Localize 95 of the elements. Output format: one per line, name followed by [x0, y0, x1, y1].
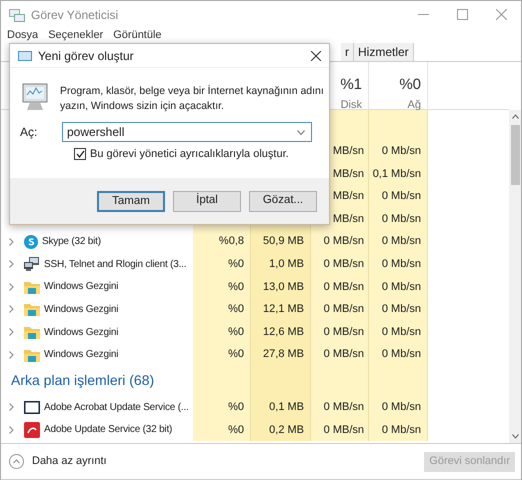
- column-header[interactable]: Ağ: [408, 96, 421, 113]
- table-cell: 50,9 MB: [251, 230, 311, 253]
- chevron-right-icon: [9, 238, 14, 246]
- table-cell: %0: [193, 276, 251, 298]
- folder-icon: [24, 325, 40, 340]
- table-cell: 0 MB/sn: [311, 276, 369, 298]
- table-cell: 0 MB/sn: [311, 396, 369, 419]
- tab[interactable]: r: [341, 43, 354, 61]
- tab[interactable]: Hizmetler: [354, 43, 414, 61]
- table-cell: 0 Mb/sn: [369, 298, 428, 321]
- scroll-thumb[interactable]: [510, 125, 520, 185]
- scrollbar[interactable]: [509, 110, 521, 443]
- table-cell: 1,0 MB: [251, 252, 311, 276]
- computers-icon: [24, 257, 40, 272]
- folder-icon: [24, 348, 40, 362]
- scroll-down-icon: [512, 434, 518, 439]
- section-header: Arka plan işlemleri (68): [11, 371, 154, 390]
- table-cell: %0: [193, 320, 251, 344]
- table-cell: 0 Mb/sn: [369, 396, 428, 419]
- folder-icon: [24, 302, 40, 316]
- table-cell: %0: [193, 298, 251, 321]
- table-cell: 0 Mb/sn: [369, 140, 428, 163]
- dialog-button[interactable]: Gözat...: [249, 190, 317, 212]
- process-name: Windows Gezgini: [44, 326, 118, 340]
- column-percent: %0: [399, 75, 421, 95]
- chevron-right-icon: [9, 403, 14, 412]
- process-name: Windows Gezgini: [44, 302, 118, 317]
- table-cell: 0 MB/sn: [311, 320, 369, 344]
- table-cell: 0 Mb/sn: [369, 208, 428, 230]
- table-cell: 0 Mb/sn: [369, 320, 428, 344]
- chevron-right-icon: [9, 328, 14, 336]
- table-cell: %0,8: [193, 230, 251, 253]
- table-cell: %0: [193, 396, 251, 419]
- menu-item[interactable]: Görüntüle: [113, 27, 162, 44]
- table-cell: 27,8 MB: [251, 343, 311, 366]
- close-icon: [311, 50, 321, 60]
- table-cell: 0 Mb/sn: [369, 418, 428, 442]
- command-combobox[interactable]: powershell: [62, 122, 312, 142]
- table-cell: 0 MB/sn: [311, 418, 369, 442]
- table-cell: 13,0 MB: [251, 276, 311, 298]
- table-cell: 0 MB/sn: [311, 230, 369, 253]
- dialog-message: Program, klasör, belge veya bir İnternet kaynağının adını yazın, Windows sizin için açacaktır.: [60, 84, 325, 114]
- process-name: SSH, Telnet and Rlogin client (3...: [44, 258, 186, 272]
- process-name: Windows Gezgini: [44, 348, 118, 362]
- table-cell: 0 Mb/sn: [369, 276, 428, 298]
- table-cell: 0 Mb/sn: [369, 230, 428, 253]
- table-cell: 0 MB/sn: [311, 298, 369, 321]
- computer-icon: [20, 82, 50, 112]
- adobe-icon: [24, 422, 40, 438]
- table-cell: 0,1 MB: [251, 396, 311, 419]
- process-name: Adobe Update Service (32 bit): [44, 423, 172, 438]
- menu-item[interactable]: Dosya: [7, 27, 38, 44]
- chevron-right-icon: [9, 305, 14, 314]
- scroll-up-icon: [512, 114, 518, 119]
- s-logo-icon: [24, 234, 38, 249]
- column-header[interactable]: Disk: [340, 96, 362, 113]
- table-cell: 0 Mb/sn: [369, 252, 428, 276]
- table-cell: 0,1 Mb/sn: [369, 162, 428, 186]
- window-icon: [24, 400, 40, 414]
- process-name: Skype (32 bit): [42, 235, 101, 250]
- task-manager-icon: [9, 8, 25, 22]
- chevron-right-icon: [9, 260, 14, 268]
- checkmark-icon: [76, 150, 84, 158]
- chevron-right-icon: [9, 282, 14, 291]
- open-label: Aç:: [20, 124, 38, 141]
- checkbox-label: Bu görevi yönetici ayrıcalıklarıyla oluştur.: [90, 147, 289, 162]
- checkbox[interactable]: [74, 148, 86, 160]
- menu-item[interactable]: Seçenekler: [48, 27, 104, 44]
- table-cell: [369, 110, 428, 140]
- window-icon: [18, 50, 32, 60]
- process-name: Windows Gezgini: [44, 280, 118, 294]
- chevron-right-icon: [9, 350, 14, 359]
- table-cell: 0 Mb/sn: [369, 185, 428, 208]
- dialog-button[interactable]: İptal: [173, 190, 241, 212]
- maximize-icon: [457, 9, 468, 20]
- table-cell: %0: [193, 418, 251, 442]
- dialog-title: Yeni görev oluştur: [38, 48, 134, 64]
- less-details-button[interactable]: Daha az ayrıntı: [9, 453, 107, 470]
- process-name: Adobe Acrobat Update Service (...: [44, 400, 189, 415]
- column-percent: %1: [340, 75, 362, 95]
- chevron-down-icon: [297, 130, 305, 134]
- dialog-button[interactable]: Tamam: [97, 190, 165, 212]
- close-icon: [496, 9, 507, 20]
- table-cell: %0: [193, 343, 251, 366]
- window-title: Görev Yöneticisi: [31, 6, 118, 24]
- table-cell: 0,2 MB: [251, 418, 311, 442]
- chevron-up-circle-icon: [9, 454, 24, 469]
- chevron-right-icon: [9, 426, 14, 434]
- table-cell: 0 MB/sn: [311, 252, 369, 276]
- folder-icon: [24, 280, 40, 294]
- table-cell: 0 MB/sn: [311, 343, 369, 366]
- table-cell: 12,1 MB: [251, 298, 311, 321]
- table-cell: 12,6 MB: [251, 320, 311, 344]
- table-cell: %0: [193, 252, 251, 276]
- table-cell: 0 Mb/sn: [369, 343, 428, 366]
